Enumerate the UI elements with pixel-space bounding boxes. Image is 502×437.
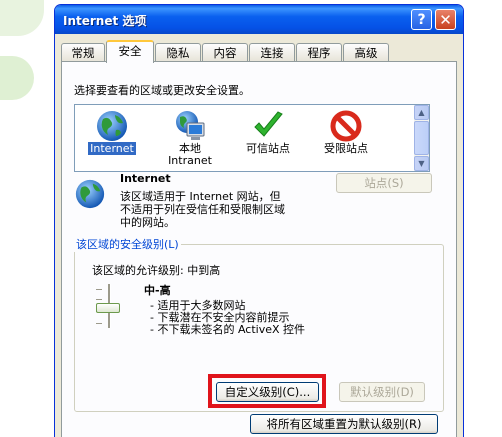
tab-privacy[interactable]: 隐私: [155, 43, 201, 62]
zone-list-scrollbar[interactable]: ▲ ▼: [414, 105, 429, 171]
sites-button[interactable]: 站点(S): [336, 173, 432, 193]
highlight-box: [208, 374, 326, 408]
help-button[interactable]: ?: [411, 9, 432, 30]
internet-options-dialog: Internet 选项 ? ✕ 常规 安全 隐私 内容 连接 程序 高级 选择要…: [54, 4, 464, 437]
tab-security[interactable]: 安全: [106, 40, 154, 63]
default-level-button[interactable]: 默认级别(D): [339, 382, 425, 402]
zone-local-intranet[interactable]: 本地 Intranet: [155, 107, 225, 169]
window-title: Internet 选项: [63, 14, 147, 28]
level-bullet: - 不下载未签名的 ActiveX 控件: [150, 323, 306, 336]
zone-internet[interactable]: Internet: [77, 107, 147, 169]
zone-description-line: 不适用于列在受信任和受限制区域: [120, 203, 285, 216]
background-decoration: [0, 0, 44, 36]
zone-description-line: 该区域适用于 Internet 网站，但: [120, 190, 281, 203]
tab-general[interactable]: 常规: [61, 43, 105, 62]
scroll-up-icon[interactable]: ▲: [414, 105, 429, 120]
tab-programs[interactable]: 程序: [296, 43, 342, 62]
zone-trusted-sites[interactable]: 可信站点: [233, 107, 303, 169]
security-level-group-title: 该区域的安全级别(L): [74, 236, 181, 252]
no-entry-icon: [330, 110, 362, 142]
zone-instruction: 选择要查看的区域或更改安全设置。: [74, 84, 250, 97]
security-level-slider[interactable]: [90, 284, 130, 328]
close-button[interactable]: ✕: [435, 9, 456, 30]
zone-label: 受限站点: [324, 142, 368, 155]
zone-list[interactable]: Internet 本地 Intranet 可信站点 受限站点 ▲ ▼: [74, 104, 430, 172]
security-level-name: 中-高: [144, 284, 171, 297]
zone-description: 该区域适用于 Internet 网站，但 不适用于列在受信任和受限制区域 中的网…: [120, 190, 285, 229]
background-decoration: [0, 56, 34, 100]
tab-content[interactable]: 内容: [202, 43, 248, 62]
zone-label: 本地 Intranet: [168, 142, 212, 167]
zone-restricted-sites[interactable]: 受限站点: [311, 107, 381, 169]
globe-icon: [75, 179, 105, 209]
zone-label: Internet: [88, 142, 136, 155]
reset-all-zones-button[interactable]: 将所有区域重置为默认级别(R): [250, 414, 438, 434]
scroll-down-icon[interactable]: ▼: [414, 156, 429, 171]
tab-advanced[interactable]: 高级: [343, 43, 389, 62]
scroll-thumb[interactable]: [414, 121, 429, 155]
security-tab-panel: 选择要查看的区域或更改安全设置。 Internet 本地 Intranet 可信…: [61, 61, 457, 437]
zone-info-title: Internet: [120, 172, 171, 185]
allowed-levels-text: 该区域的允许级别: 中到高: [92, 264, 221, 277]
level-bullets: - 适用于大多数网站 - 下载潜在不安全内容前提示 - 不下载未签名的 Acti…: [150, 300, 305, 336]
title-bar[interactable]: Internet 选项 ? ✕: [55, 5, 463, 34]
globe-icon: [97, 111, 127, 141]
tab-connections[interactable]: 连接: [249, 43, 295, 62]
zone-label: 可信站点: [246, 142, 290, 155]
checkmark-icon: [254, 111, 283, 137]
slider-thumb[interactable]: [96, 303, 120, 313]
computer-globe-icon: [176, 111, 205, 140]
zone-description-line: 中的网站。: [120, 216, 175, 229]
